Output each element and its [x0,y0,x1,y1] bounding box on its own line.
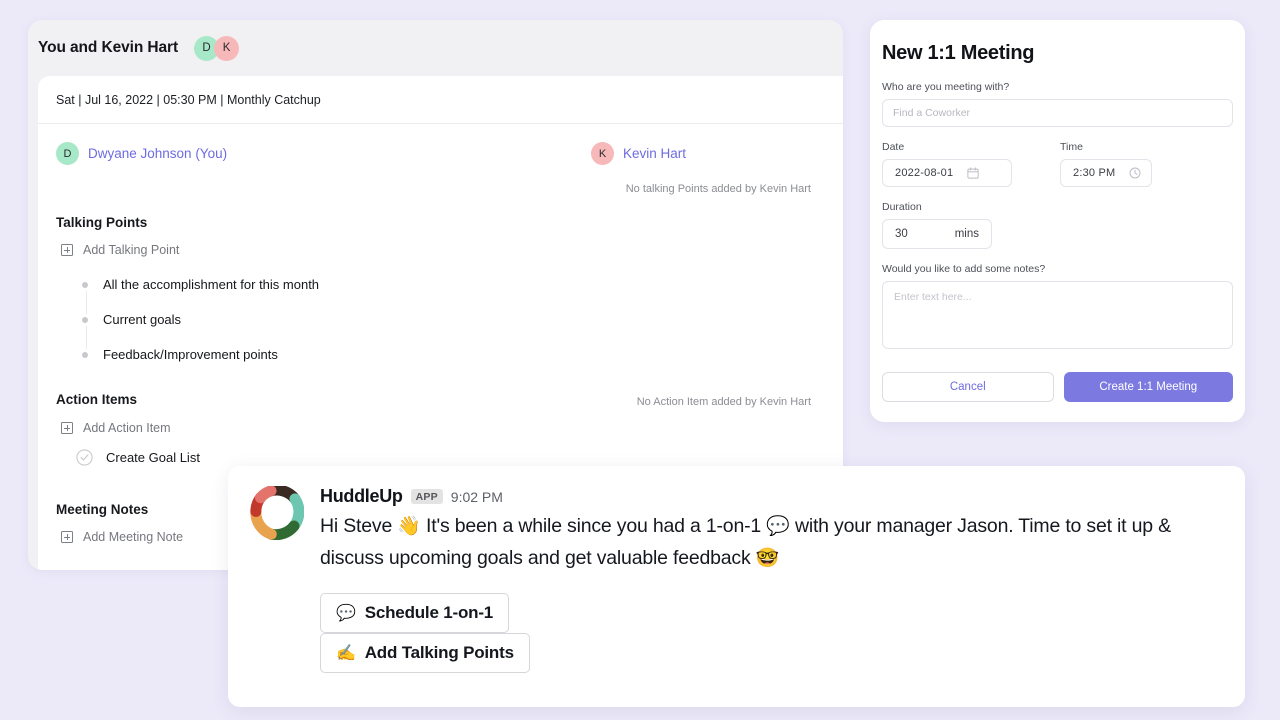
coworker-field-block: Who are you meeting with? [882,81,1233,127]
add-talking-points-label: Add Talking Points [364,642,514,662]
list-item[interactable]: Create Goal List [56,449,825,466]
clock-icon[interactable] [1129,167,1141,179]
panel-buttons: Cancel Create 1:1 Meeting [882,372,1233,402]
create-meeting-button[interactable]: Create 1:1 Meeting [1063,372,1233,402]
time-field-block: Time 2:30 PM [1060,141,1152,187]
bullet-icon [82,281,88,288]
message-sender[interactable]: HuddleUp [320,486,403,507]
avatar-group: D K [194,35,240,61]
message-text: Hi Steve 👋 It's been a while since you h… [320,511,1220,575]
avatar-dwyane-small: D [56,142,79,165]
bullet-icon [82,316,88,323]
speech-balloon-icon: 💬 [336,604,356,622]
action-items-row: Action Items No Action Item added by Kev… [56,382,825,408]
time-label: Time [1060,141,1083,153]
list-item[interactable]: Feedback/Improvement points [82,337,825,372]
duration-unit: mins [954,228,979,240]
message-action-buttons: 💬 Schedule 1-on-1 ✍️ Add Talking Points [320,592,1223,673]
participant-dwyane[interactable]: D Dwyane Johnson (You) [56,142,576,165]
plus-square-icon [61,531,73,543]
add-meeting-note-label: Add Meeting Note [83,530,184,544]
add-talking-point-button[interactable]: Add Talking Point [56,243,825,257]
message-timestamp: 9:02 PM [450,488,503,505]
new-meeting-panel: New 1:1 Meeting Who are you meeting with… [870,20,1245,422]
schedule-1-on-1-button[interactable]: 💬 Schedule 1-on-1 [320,592,510,633]
time-value: 2:30 PM [1073,167,1116,179]
page-title: You and Kevin Hart [38,39,179,56]
talking-point-text: Feedback/Improvement points [103,347,278,362]
cancel-button[interactable]: Cancel [882,372,1054,402]
message-content: HuddleUp APP 9:02 PM Hi Steve 👋 It's bee… [320,484,1223,707]
writing-hand-icon: ✍️ [336,644,356,662]
empty-action-items-note: No Action Item added by Kevin Hart [636,396,811,408]
plus-square-icon [61,244,73,256]
notes-field-block: Would you like to add some notes? [882,263,1233,354]
meeting-datebar: Sat | Jul 16, 2022 | 05:30 PM | Monthly … [38,76,843,124]
coworker-input[interactable] [882,99,1233,127]
action-item-text: Create Goal List [106,450,200,465]
add-talking-points-button[interactable]: ✍️ Add Talking Points [320,632,530,673]
check-circle-icon [76,449,93,466]
avatar-kevin-small: K [591,142,614,165]
bullet-icon [82,351,88,358]
participant-right-name: Kevin Hart [623,146,687,161]
talking-points-heading: Talking Points [56,215,148,230]
add-talking-point-label: Add Talking Point [83,243,180,257]
action-items-right: No Action Item added by Kevin Hart [576,382,825,408]
date-input[interactable]: 2022-08-01 [882,159,1012,187]
duration-value: 30 [895,228,908,240]
message-text-part-1: Hi Steve [320,515,398,537]
empty-talking-points-note: No talking Points added by Kevin Hart [625,183,811,195]
notes-textarea[interactable] [882,281,1233,349]
duration-stepper[interactable]: 30 mins [882,219,992,249]
time-input[interactable]: 2:30 PM [1060,159,1152,187]
plus-square-icon [61,422,73,434]
nerd-face-emoji-icon: 🤓 [755,547,780,569]
notes-label: Would you like to add some notes? [882,263,1046,275]
duration-label: Duration [882,201,922,213]
date-value: 2022-08-01 [895,167,954,179]
avatar-kevin: K [214,35,240,61]
add-action-item-button[interactable]: Add Action Item [56,421,825,435]
coworker-label: Who are you meeting with? [882,81,1010,93]
participants-row: D Dwyane Johnson (You) K Kevin Hart No t… [56,142,825,195]
message-headline: HuddleUp APP 9:02 PM [320,486,1223,507]
meeting-card-header: You and Kevin Hart D K [28,20,843,76]
talking-point-text: All the accomplishment for this month [103,277,320,292]
action-items-heading: Action Items [56,392,138,407]
message-text-part-2: It's been a while since you had a 1-on-1 [420,515,767,537]
date-time-row: Date 2022-08-01 Time 2:30 PM [882,141,1233,187]
date-label: Date [882,141,905,153]
duration-field-block: Duration 30 mins [882,201,1233,249]
panel-title: New 1:1 Meeting [882,42,1035,64]
participant-right-column: K Kevin Hart No talking Points added by … [576,142,825,195]
app-badge: APP [410,489,443,504]
calendar-icon[interactable] [967,167,979,179]
talking-point-text: Current goals [103,312,182,327]
list-item[interactable]: All the accomplishment for this month [82,267,825,302]
wave-emoji-icon: 👋 [397,516,421,537]
huddleup-message-card: HuddleUp APP 9:02 PM Hi Steve 👋 It's bee… [228,466,1245,707]
speech-balloon-emoji-icon: 💬 [766,516,790,537]
list-item[interactable]: Current goals [82,302,825,337]
participant-kevin[interactable]: K Kevin Hart [591,142,825,165]
add-action-item-label: Add Action Item [83,421,171,435]
date-field-block: Date 2022-08-01 [882,141,1012,187]
participant-left-name: Dwyane Johnson (You) [88,146,228,161]
talking-points-list: All the accomplishment for this month Cu… [56,267,825,372]
schedule-1-on-1-label: Schedule 1-on-1 [364,602,494,622]
huddleup-logo-icon [250,484,305,541]
participant-left-column: D Dwyane Johnson (You) [56,142,576,165]
action-items-left: Action Items [56,382,576,407]
